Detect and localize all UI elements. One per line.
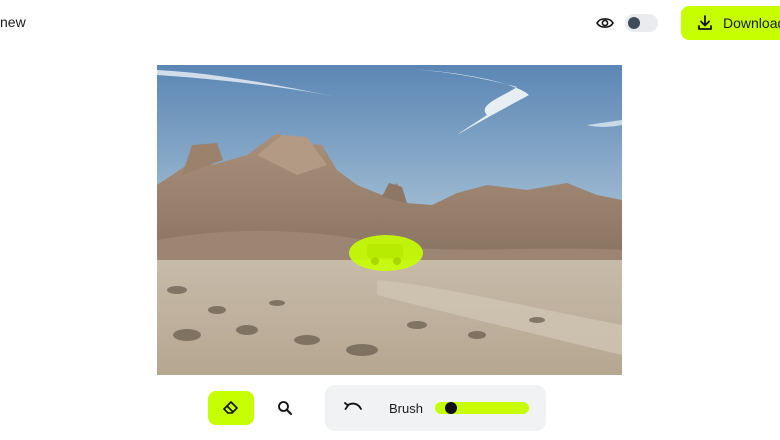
- slider-thumb[interactable]: [444, 402, 457, 414]
- preview-toggle[interactable]: [625, 14, 658, 32]
- download-label: Download: [723, 15, 780, 31]
- page-title: new: [0, 14, 26, 30]
- eraser-icon: [223, 401, 238, 414]
- magnifier-icon: [278, 401, 292, 415]
- image-canvas[interactable]: [157, 65, 622, 375]
- vehicle-mask-highlight: [349, 235, 423, 271]
- undo-button[interactable]: [341, 396, 365, 420]
- eraser-button[interactable]: [208, 391, 254, 425]
- toggle-knob: [628, 17, 640, 29]
- brush-label: Brush: [389, 401, 423, 416]
- undo-icon: [344, 402, 362, 410]
- eye-icon[interactable]: [594, 12, 616, 34]
- download-icon: [698, 15, 712, 30]
- brush-panel: Brush: [325, 385, 546, 431]
- brush-size-slider[interactable]: [435, 402, 529, 414]
- zoom-button[interactable]: [262, 391, 308, 425]
- download-button[interactable]: Download: [681, 6, 780, 40]
